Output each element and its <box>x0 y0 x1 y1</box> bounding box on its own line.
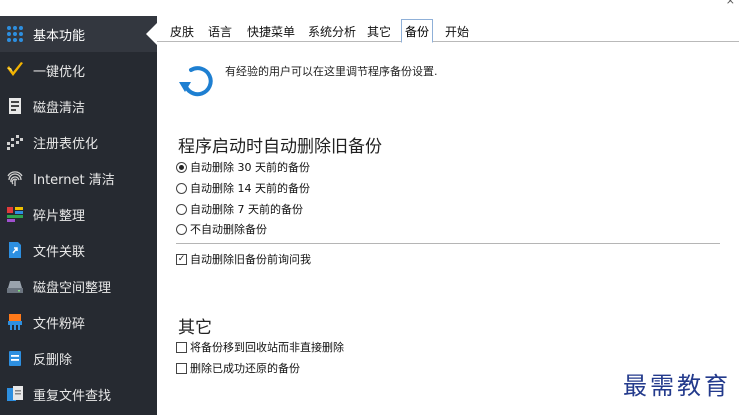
radio-button[interactable] <box>176 182 187 194</box>
sidebar-item-label: 文件粉碎 <box>33 316 86 332</box>
sidebar-item-one-click-optimize[interactable]: 一键优化 <box>0 52 157 88</box>
tab-context-menu[interactable]: 快捷菜单 <box>244 22 298 42</box>
sidebar-item-label: 重复文件查找 <box>33 388 112 404</box>
refresh-icon <box>179 66 213 97</box>
duplicate-file-icon <box>5 384 25 404</box>
sidebar-item-label: Internet 清洁 <box>33 172 115 188</box>
fingerprint-icon <box>5 168 25 188</box>
sidebar-item-file-shredder[interactable]: 文件粉碎 <box>0 304 157 340</box>
tab-start[interactable]: 开始 <box>442 22 472 42</box>
close-icon[interactable]: × <box>726 0 735 7</box>
radio-button[interactable] <box>176 161 187 173</box>
checkbox-delete-restored[interactable]: 删除已成功还原的备份 <box>176 359 300 377</box>
radio-delete-30-days[interactable]: 自动删除 30 天前的备份 <box>176 158 310 176</box>
sidebar-item-label: 注册表优化 <box>33 136 99 152</box>
broom-icon <box>5 60 25 80</box>
option-label: 自动删除 30 天前的备份 <box>190 161 310 174</box>
sidebar-item-disk-space[interactable]: 磁盘空间整理 <box>0 268 157 304</box>
sidebar-item-file-association[interactable]: 文件关联 <box>0 232 157 268</box>
tab-language[interactable]: 语言 <box>205 22 235 42</box>
sidebar-item-label: 文件关联 <box>33 244 86 260</box>
tab-skin[interactable]: 皮肤 <box>167 22 197 42</box>
shredder-icon <box>5 312 25 332</box>
sidebar-item-label: 磁盘清洁 <box>33 100 86 116</box>
sidebar-item-internet-clean[interactable]: Internet 清洁 <box>0 160 157 196</box>
sidebar-item-defrag[interactable]: 碎片整理 <box>0 196 157 232</box>
info-text: 有经验的用户可以在这里调节程序备份设置. <box>225 65 438 78</box>
sidebar-item-label: 磁盘空间整理 <box>33 280 112 296</box>
drive-icon <box>5 276 25 296</box>
undelete-icon <box>5 348 25 368</box>
option-label: 将备份移到回收站而非直接删除 <box>190 341 344 354</box>
sidebar-item-label: 碎片整理 <box>33 208 86 224</box>
registry-icon <box>5 132 25 152</box>
radio-no-auto-delete[interactable]: 不自动删除备份 <box>176 220 267 238</box>
disk-clean-icon <box>5 96 25 116</box>
option-label: 不自动删除备份 <box>190 223 267 236</box>
radio-delete-7-days[interactable]: 自动删除 7 天前的备份 <box>176 200 303 218</box>
option-label: 自动删除 7 天前的备份 <box>190 203 303 216</box>
checkbox-ask-before-delete[interactable]: ✓ 自动删除旧备份前询问我 <box>176 250 311 268</box>
checkbox[interactable] <box>176 362 187 374</box>
tab-system-analysis[interactable]: 系统分析 <box>305 22 359 42</box>
tab-other[interactable]: 其它 <box>364 22 394 42</box>
defrag-icon <box>5 204 25 224</box>
main-panel: 皮肤 语言 快捷菜单 系统分析 其它 备份 开始 有经验的用户可以在这里调节程序… <box>157 16 739 415</box>
sidebar: 基本功能 一键优化 磁盘清洁 注册表优化 Internet 清洁 碎片整理 文件… <box>0 16 157 415</box>
option-label: 自动删除 14 天前的备份 <box>190 182 310 195</box>
other-section-title: 其它 <box>178 318 212 338</box>
checkbox[interactable] <box>176 341 187 353</box>
option-label: 自动删除旧备份前询问我 <box>190 253 311 266</box>
sidebar-item-label: 一键优化 <box>33 64 86 80</box>
backup-info: 有经验的用户可以在这里调节程序备份设置. <box>177 60 717 106</box>
active-indicator <box>146 23 157 45</box>
checkbox-move-to-recycle-bin[interactable]: 将备份移到回收站而非直接删除 <box>176 338 344 356</box>
radio-button[interactable] <box>176 203 187 215</box>
sidebar-item-label: 反删除 <box>33 352 73 368</box>
file-link-icon <box>5 240 25 260</box>
section-divider <box>176 243 720 244</box>
window-titlebar: × <box>0 0 739 10</box>
auto-delete-section-title: 程序启动时自动删除旧备份 <box>178 137 382 157</box>
sidebar-item-label: 基本功能 <box>33 28 86 44</box>
tab-bar: 皮肤 语言 快捷菜单 系统分析 其它 备份 开始 <box>157 16 739 43</box>
option-label: 删除已成功还原的备份 <box>190 362 300 375</box>
watermark: 最需教育 <box>623 372 731 400</box>
radio-delete-14-days[interactable]: 自动删除 14 天前的备份 <box>176 179 310 197</box>
sidebar-item-basic-functions[interactable]: 基本功能 <box>0 16 157 52</box>
sidebar-item-undelete[interactable]: 反删除 <box>0 340 157 376</box>
tab-backup[interactable]: 备份 <box>401 19 434 43</box>
sidebar-item-duplicate-finder[interactable]: 重复文件查找 <box>0 376 157 412</box>
radio-button[interactable] <box>176 223 187 235</box>
checkbox[interactable]: ✓ <box>176 253 187 265</box>
sidebar-item-registry-optimize[interactable]: 注册表优化 <box>0 124 157 160</box>
grid-dots-icon <box>5 24 25 44</box>
sidebar-item-disk-clean[interactable]: 磁盘清洁 <box>0 88 157 124</box>
